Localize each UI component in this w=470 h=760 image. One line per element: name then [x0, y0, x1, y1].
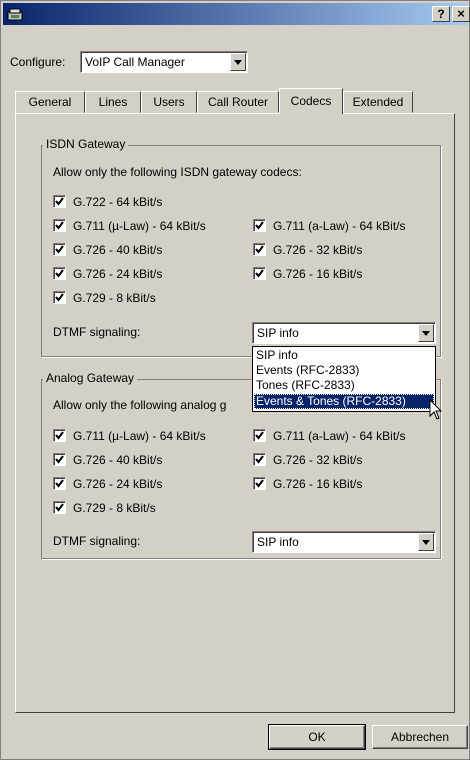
analog-g726-32-label: G.726 - 32 kBit/s [273, 453, 363, 467]
analog-g711-alaw-label: G.711 (a-Law) - 64 kBit/s [273, 429, 406, 443]
analog-dtmf-label: DTMF signaling: [53, 534, 141, 548]
checkbox-isdn-g729-8[interactable] [53, 291, 66, 304]
isdn-g722-64-label: G.722 - 64 kBit/s [73, 195, 163, 209]
checkbox-isdn-g726-16[interactable] [253, 267, 266, 280]
isdn-gateway-title: ISDN Gateway [43, 137, 129, 151]
configure-select-value: VoIP Call Manager [85, 55, 185, 69]
chevron-down-icon[interactable] [418, 533, 434, 551]
isdn-g726-40-label: G.726 - 40 kBit/s [73, 243, 163, 257]
ok-button[interactable]: OK [268, 724, 366, 750]
dtmf-option-events-and-tones[interactable]: Events & Tones (RFC-2833) [254, 394, 434, 409]
isdn-g726-32-label: G.726 - 32 kBit/s [273, 243, 363, 257]
checkbox-isdn-g711-alaw[interactable] [253, 219, 266, 232]
isdn-dtmf-value: SIP info [257, 326, 299, 340]
checkbox-isdn-g722-64[interactable] [53, 195, 66, 208]
tab-extended[interactable]: Extended [343, 91, 413, 113]
close-button[interactable]: × [452, 6, 470, 22]
dtmf-option-sip-info[interactable]: SIP info [254, 348, 434, 363]
tab-general[interactable]: General [15, 91, 85, 113]
analog-codecs-prompt: Allow only the following analog g [53, 398, 227, 412]
dtmf-option-events[interactable]: Events (RFC-2833) [254, 363, 434, 378]
checkbox-isdn-g726-24[interactable] [53, 267, 66, 280]
analog-gateway-title: Analog Gateway [43, 371, 138, 385]
isdn-g726-16-label: G.726 - 16 kBit/s [273, 267, 363, 281]
dialog-window: ? × Configure: VoIP Call Manager General… [0, 0, 470, 760]
isdn-dtmf-select[interactable]: SIP info [252, 322, 436, 344]
checkbox-analog-g726-32[interactable] [253, 453, 266, 466]
checkbox-analog-g726-24[interactable] [53, 477, 66, 490]
dtmf-option-tones[interactable]: Tones (RFC-2833) [254, 378, 434, 393]
mouse-pointer-icon [429, 399, 443, 420]
analog-g726-16-label: G.726 - 16 kBit/s [273, 477, 363, 491]
checkbox-isdn-g711-ulaw[interactable] [53, 219, 66, 232]
title-bar[interactable]: ? × [3, 3, 470, 25]
configure-label: Configure: [10, 55, 66, 69]
analog-g711-ulaw-label: G.711 (µ-Law) - 64 kBit/s [73, 429, 206, 443]
tab-codecs[interactable]: Codecs [279, 88, 343, 114]
help-button[interactable]: ? [432, 6, 450, 22]
chevron-down-icon[interactable] [230, 53, 246, 71]
isdn-codecs-prompt: Allow only the following ISDN gateway co… [53, 165, 302, 179]
checkbox-analog-g711-ulaw[interactable] [53, 429, 66, 442]
tab-users[interactable]: Users [141, 91, 197, 113]
checkbox-analog-g729-8[interactable] [53, 501, 66, 514]
isdn-dtmf-label: DTMF signaling: [53, 325, 141, 339]
checkbox-isdn-g726-40[interactable] [53, 243, 66, 256]
checkbox-isdn-g726-32[interactable] [253, 243, 266, 256]
analog-g726-24-label: G.726 - 24 kBit/s [73, 477, 163, 491]
analog-dtmf-value: SIP info [257, 535, 299, 549]
isdn-g711-alaw-label: G.711 (a-Law) - 64 kBit/s [273, 219, 406, 233]
dtmf-dropdown-list: SIP info Events (RFC-2833) Tones (RFC-28… [252, 346, 436, 412]
checkbox-analog-g726-16[interactable] [253, 477, 266, 490]
tab-lines[interactable]: Lines [85, 91, 141, 113]
tab-call-router[interactable]: Call Router [197, 91, 279, 113]
isdn-g711-ulaw-label: G.711 (µ-Law) - 64 kBit/s [73, 219, 206, 233]
cancel-button[interactable]: Abbrechen [372, 725, 468, 749]
checkbox-analog-g711-alaw[interactable] [253, 429, 266, 442]
checkbox-analog-g726-40[interactable] [53, 453, 66, 466]
analog-g726-40-label: G.726 - 40 kBit/s [73, 453, 163, 467]
isdn-g729-8-label: G.729 - 8 kBit/s [73, 291, 156, 305]
isdn-g726-24-label: G.726 - 24 kBit/s [73, 267, 163, 281]
app-icon [7, 8, 23, 21]
analog-g729-8-label: G.729 - 8 kBit/s [73, 501, 156, 515]
configure-select[interactable]: VoIP Call Manager [80, 51, 248, 73]
chevron-down-icon[interactable] [418, 324, 434, 342]
analog-dtmf-select[interactable]: SIP info [252, 531, 436, 553]
